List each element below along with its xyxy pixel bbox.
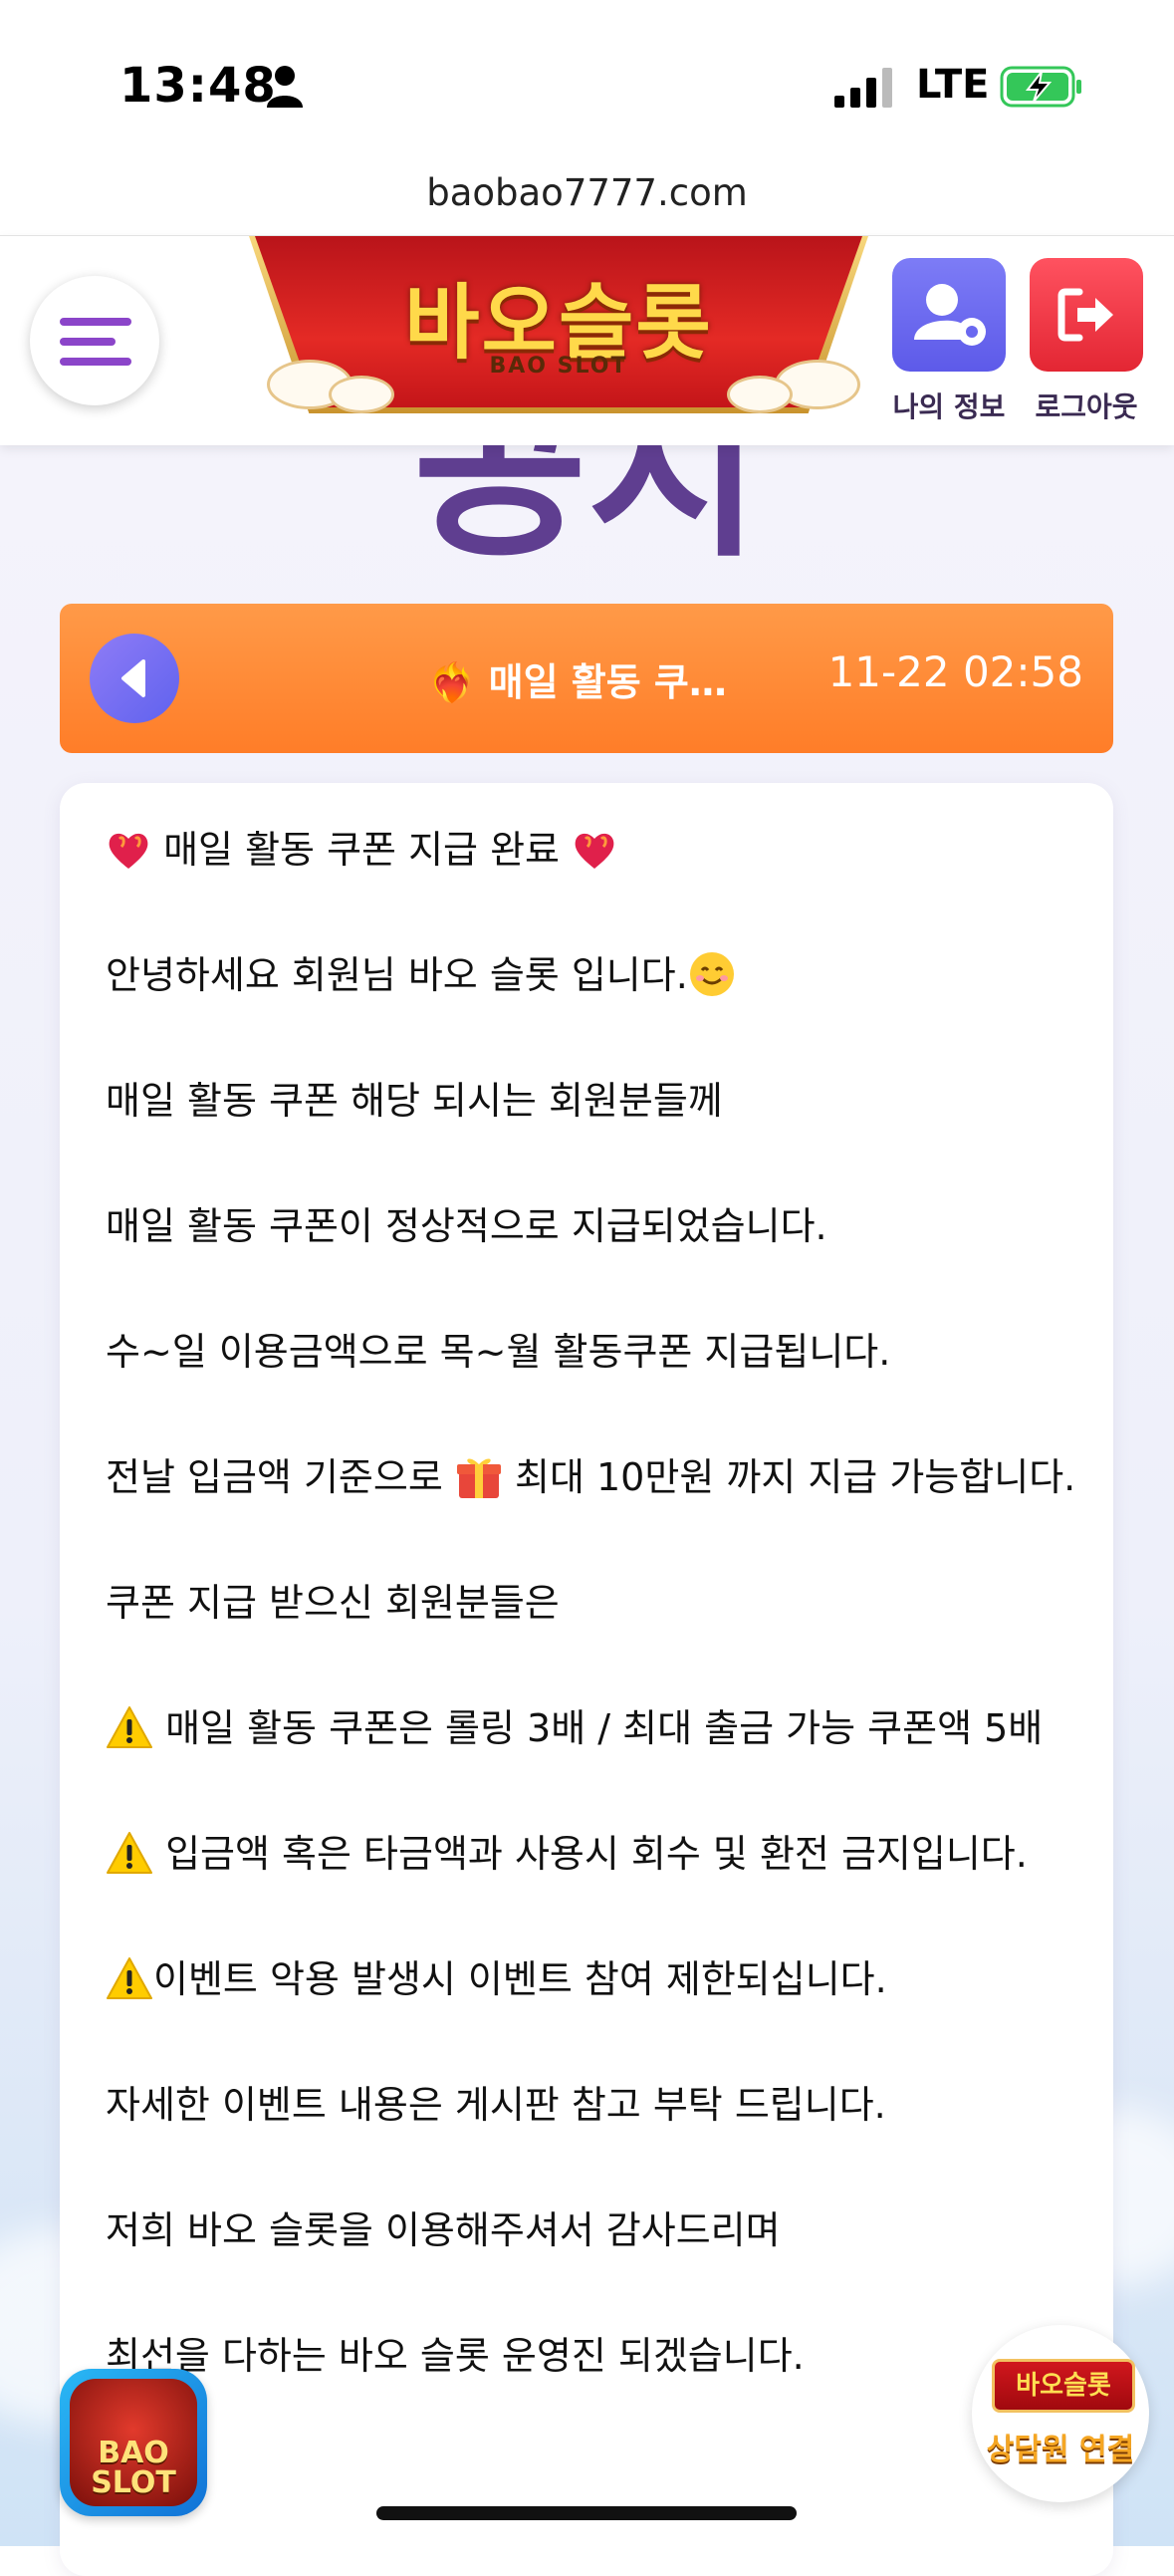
chat-label: 상담원 연결 [986,2433,1135,2467]
status-time: 13:48 [119,58,277,114]
body-line-2: 안녕하세요 회원님 바오 슬롯 입니다. [106,953,688,997]
hamburger-icon [60,318,131,326]
notice-title: ❤️‍🔥 매일 활동 쿠… [428,660,727,704]
body-line-4: 매일 활동 쿠폰이 정상적으로 지급되었습니다. [106,1204,827,1248]
warning-icon [107,1832,152,1874]
body-line-13: 최선을 다하는 바오 슬롯 운영진 되겠습니다. [106,2334,805,2378]
body-line-3: 매일 활동 쿠폰 해당 되시는 회원분들께 [106,1079,723,1123]
notice-content-card: 매일 활동 쿠폰 지급 완료 안녕하세요 회원님 바오 슬롯 입니다. 매일 활… [60,783,1113,2576]
body-line-7: 쿠폰 지급 받으신 회원분들은 [106,1581,560,1625]
notice-title-bar: ❤️‍🔥 매일 활동 쿠… 11-22 02:58 [60,604,1113,753]
smiling-face-icon [689,952,734,996]
body-line-6a: 전날 입금액 기준으로 [106,1455,443,1499]
user-settings-icon [914,284,986,346]
logo-subtitle: BAO SLOT [489,354,628,379]
heart-on-fire-icon [109,833,148,869]
gift-icon [456,1458,501,1498]
browser-url[interactable]: baobao7777.com [0,171,1174,214]
notice-body: 매일 활동 쿠폰 지급 완료 안녕하세요 회원님 바오 슬롯 입니다. 매일 활… [106,819,1081,2450]
status-bar: 13:48 LTE baobao7777.com [0,0,1174,214]
app-badge-text: BAO SLOT [91,2436,176,2500]
cellular-signal-icon [834,68,892,108]
agent-chat-button[interactable]: 바오슬롯 상담원 연결 [972,2325,1149,2502]
site-header: 바오슬롯 BAO SLOT 나의 정보 로그아웃 [0,235,1174,445]
notice-date: 11-22 02:58 [827,647,1083,696]
body-line-11: 자세한 이벤트 내용은 게시판 참고 부탁 드립니다. [106,2083,886,2127]
heart-on-fire-icon [575,833,614,869]
app-badge-button[interactable]: BAO SLOT [60,2369,207,2516]
my-info-label: 나의 정보 [892,390,1006,423]
body-line-8: 매일 활동 쿠폰은 롤링 3배 / 최대 출금 가능 쿠폰액 5배 [165,1706,1044,1750]
body-line-12: 저희 바오 슬롯을 이용해주셔서 감사드리며 [106,2208,781,2252]
home-indicator[interactable] [376,2506,797,2520]
back-button[interactable] [90,634,179,723]
body-line-heading: 매일 활동 쿠폰 지급 완료 [106,819,1081,882]
body-line-6b: 최대 10만원 까지 지급 가능합니다. [515,1455,1076,1499]
logout-icon [1057,288,1113,342]
logout-label: 로그아웃 [1035,390,1138,423]
battery-charging-icon [1000,66,1081,108]
person-icon [267,66,303,108]
my-info-button[interactable] [892,258,1006,372]
body-line-10: 이벤트 악용 발생시 이벤트 참여 제한되십니다. [153,1957,887,2001]
chat-logo-text: 바오슬롯 [1016,2371,1111,2401]
logout-button[interactable] [1030,258,1143,372]
body-line-1: 매일 활동 쿠폰 지급 완료 [163,828,561,872]
back-arrow-icon [121,659,145,697]
warning-icon [107,1706,152,1748]
warning-icon [107,1957,152,1999]
body-line-9: 입금액 혹은 타금액과 사용시 회수 및 환전 금지입니다. [165,1832,1028,1876]
network-type: LTE [916,62,990,108]
body-line-5: 수~일 이용금액으로 목~월 활동쿠폰 지급됩니다. [106,1330,891,1374]
menu-button[interactable] [30,276,159,405]
